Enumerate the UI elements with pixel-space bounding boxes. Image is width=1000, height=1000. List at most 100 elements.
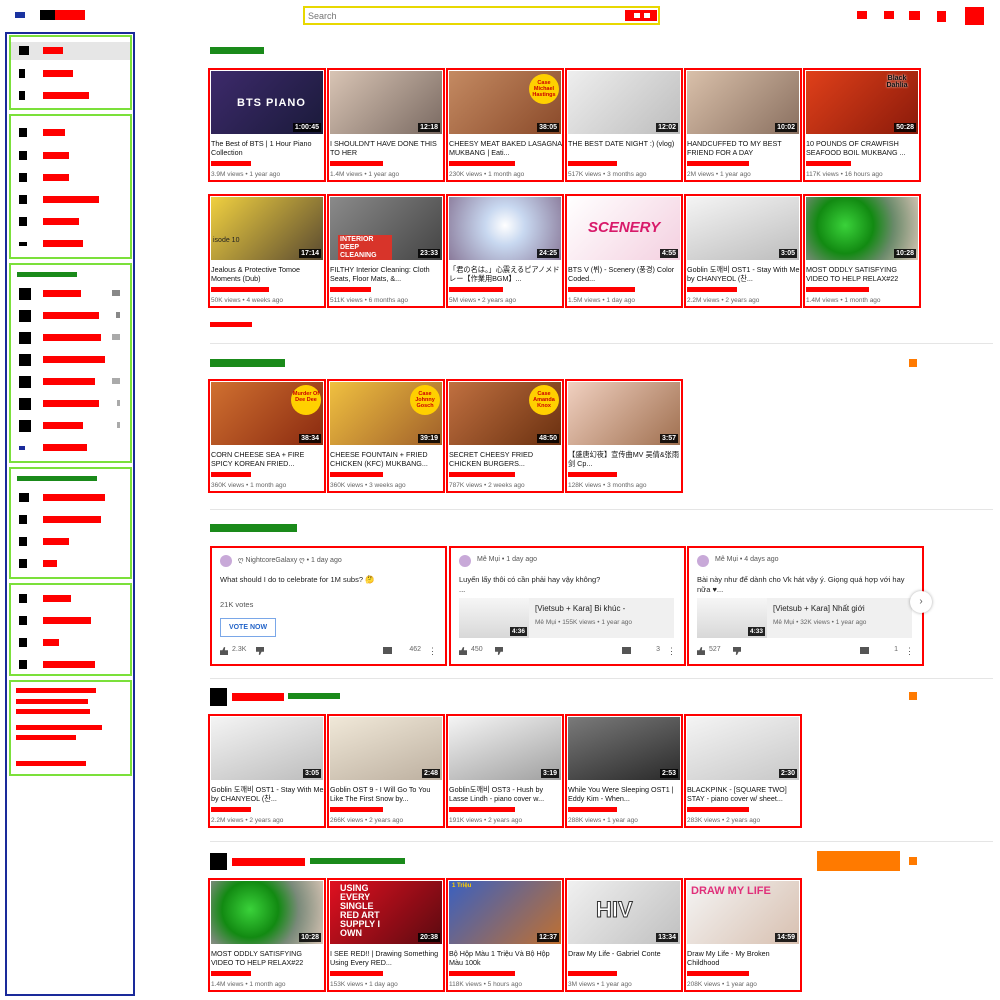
channel-name[interactable] [211, 807, 251, 812]
logo-wordmark[interactable] [55, 10, 85, 20]
video-card[interactable]: 2:53 While You Were Sleeping OST1 | Eddy … [565, 714, 683, 828]
channel-name[interactable] [806, 287, 869, 292]
thumbs-up-icon[interactable] [459, 647, 467, 655]
channel-avatar[interactable] [210, 688, 227, 706]
video-card[interactable]: 10:02 HANDCUFFED TO MY BEST FRIEND FOR A … [684, 68, 802, 182]
video-thumbnail[interactable]: 10:28 [806, 197, 918, 260]
sidebar-item-help[interactable] [11, 634, 130, 652]
sidebar-item-live[interactable] [11, 555, 130, 573]
video-thumbnail[interactable]: 4:36 [459, 598, 529, 638]
thumbs-down-icon[interactable] [256, 647, 264, 655]
footer-links[interactable] [16, 725, 102, 730]
video-thumbnail[interactable]: 2:30 [687, 717, 799, 780]
sidebar-show-more-channels[interactable] [11, 439, 130, 457]
search-button[interactable] [625, 10, 657, 21]
video-card[interactable]: DRAW MY LIFE 14:59 Draw My Life - My Broke… [684, 878, 802, 992]
video-title[interactable]: Goblin OST 9 - I Will Go To You Like The… [330, 785, 443, 804]
video-thumbnail[interactable]: HIV 13:34 [568, 881, 680, 944]
video-title[interactable]: Goblin 도깨비 OST1 - Stay With Me by CHANYE… [211, 785, 324, 804]
channel-name[interactable] [568, 807, 617, 812]
video-card[interactable]: USING EVERY SINGLE RED ART SUPPLY I OWN 2… [327, 878, 445, 992]
video-card[interactable]: 10:28 MOST ODDLY SATISFYING VIDEO TO HELP… [208, 878, 326, 992]
sidebar-item-library[interactable] [11, 124, 130, 142]
sidebar-item-subscriptions[interactable] [11, 87, 130, 105]
video-card[interactable]: 3:19 Goblin도깨비 OST3 - Hush by Lasse Lindh… [446, 714, 564, 828]
avatar[interactable] [459, 555, 471, 567]
video-thumbnail[interactable]: SCENERY 4:55 [568, 197, 680, 260]
video-title[interactable]: MOST ODDLY SATISFYING VIDEO TO HELP RELA… [211, 949, 324, 968]
video-thumbnail[interactable]: 10:28 [211, 881, 323, 944]
dismiss-icon[interactable] [909, 857, 917, 865]
thumbs-up-icon[interactable] [220, 647, 228, 655]
video-title[interactable]: BTS V (뷔) - Scenery (풍경) Color Coded... [568, 265, 681, 284]
channel-name[interactable] [449, 971, 515, 976]
video-card[interactable]: Case Michael Hastings 38:05 CHEESY MEAT BA… [446, 68, 564, 182]
thumbs-down-icon[interactable] [733, 647, 741, 655]
channel-name[interactable] [232, 693, 284, 701]
channel-name[interactable] [232, 858, 305, 866]
video-thumbnail[interactable]: INTERIOR DEEP CLEANING 23:33 [330, 197, 442, 260]
video-thumbnail[interactable]: 12:18 [330, 71, 442, 134]
video-thumbnail[interactable]: Case Amanda Knox 48:50 [449, 382, 561, 445]
video-title[interactable]: MOST ODDLY SATISFYING VIDEO TO HELP RELA… [806, 265, 919, 284]
vote-now-button[interactable]: VOTE NOW [220, 618, 276, 637]
video-card[interactable]: Case Amanda Knox 48:50 SECRET CHEESY FRIED… [446, 379, 564, 493]
sidebar-channel[interactable] [11, 285, 130, 303]
footer-links[interactable] [16, 735, 76, 740]
video-title[interactable]: CORN CHEESE SEA + FIRE SPICY KOREAN FRIE… [211, 450, 324, 469]
video-title[interactable]: Goblin 도깨비 OST1 - Stay With Me by CHANYE… [687, 265, 800, 284]
video-thumbnail[interactable]: 2:53 [568, 717, 680, 780]
comment-icon[interactable] [383, 647, 392, 654]
video-card[interactable]: 2:30 BLACKPINK - [SQUARE TWO] STAY - pian… [684, 714, 802, 828]
video-title[interactable]: I SHOULDN'T HAVE DONE THIS TO HER [330, 139, 443, 158]
video-thumbnail[interactable]: 1 Triệu 12:37 [449, 881, 561, 944]
comment-icon[interactable] [860, 647, 869, 654]
video-thumbnail[interactable]: 12:02 [568, 71, 680, 134]
video-thumbnail[interactable]: 3:19 [449, 717, 561, 780]
post-author[interactable]: Mê Mụi • 4 days ago [715, 556, 779, 563]
video-thumbnail[interactable]: DRAW MY LIFE 14:59 [687, 881, 799, 944]
avatar[interactable] [220, 555, 232, 567]
video-card[interactable]: 3:05 Goblin 도깨비 OST1 - Stay With Me by CH… [208, 714, 326, 828]
subscribe-button[interactable] [817, 851, 900, 871]
sidebar-channel[interactable] [11, 329, 130, 347]
video-title[interactable]: 10 POUNDS OF CRAWFISH SEAFOOD BOIL MUKBA… [806, 139, 919, 158]
video-card[interactable]: Black Dahlia 50:28 10 POUNDS OF CRAWFISH S… [803, 68, 921, 182]
channel-name[interactable] [449, 287, 503, 292]
channel-name[interactable] [211, 161, 251, 166]
sidebar-item-send-feedback[interactable] [11, 656, 130, 674]
video-card[interactable]: HIV 13:34 Draw My Life - Gabriel Conte 3M v… [565, 878, 683, 992]
sidebar-item-home[interactable] [11, 42, 130, 60]
channel-name[interactable] [687, 287, 737, 292]
sidebar-item-history[interactable] [11, 147, 130, 165]
video-card[interactable]: 2:48 Goblin OST 9 - I Will Go To You Like… [327, 714, 445, 828]
video-card[interactable]: BTS PIANO 1:00:45 The Best of BTS | 1 Hour… [208, 68, 326, 182]
video-title[interactable]: I SEE RED!! | Drawing Something Using Ev… [330, 949, 443, 968]
more-options-icon[interactable]: ⋮ [667, 646, 676, 656]
video-thumbnail[interactable]: 3:05 [687, 197, 799, 260]
channel-name[interactable] [568, 971, 617, 976]
channel-name[interactable] [211, 971, 251, 976]
sidebar-item-trending[interactable] [11, 65, 130, 83]
sidebar-item-movies[interactable] [11, 511, 130, 529]
video-thumbnail[interactable]: BTS PIANO 1:00:45 [211, 71, 323, 134]
channel-name[interactable] [449, 472, 515, 477]
avatar[interactable] [697, 555, 709, 567]
show-more-link[interactable] [210, 322, 252, 327]
hamburger-menu-icon[interactable] [15, 12, 25, 18]
video-title[interactable]: 「君の名は。」心震えるピアノメドレー【作業用BGM】... [449, 265, 562, 284]
video-card[interactable]: Case Johnny Gosch 39:19 CHEESE FOUNTAIN + … [327, 379, 445, 493]
community-post[interactable]: Mê Mụi • 1 day ago Luyến lấy thôi có cần … [449, 546, 686, 666]
video-card[interactable]: 3:05 Goblin 도깨비 OST1 - Stay With Me by CH… [684, 194, 802, 308]
sidebar-item-your-videos[interactable] [11, 169, 130, 187]
community-post[interactable]: ღ NightcoreGalaxy ღ • 1 day ago What shou… [210, 546, 447, 666]
channel-name[interactable] [330, 807, 383, 812]
video-title[interactable]: CHEESE FOUNTAIN + FRIED CHICKEN (KFC) MU… [330, 450, 443, 469]
logo-icon[interactable] [40, 10, 55, 20]
video-card[interactable]: 12:18 I SHOULDN'T HAVE DONE THIS TO HER 1.… [327, 68, 445, 182]
search-input[interactable] [308, 9, 618, 22]
video-title[interactable]: THE BEST DATE NIGHT :) (vlog) [568, 139, 681, 158]
channel-name[interactable] [449, 807, 515, 812]
more-options-icon[interactable]: ⋮ [428, 646, 437, 656]
video-thumbnail[interactable]: 4:33 [697, 598, 767, 638]
